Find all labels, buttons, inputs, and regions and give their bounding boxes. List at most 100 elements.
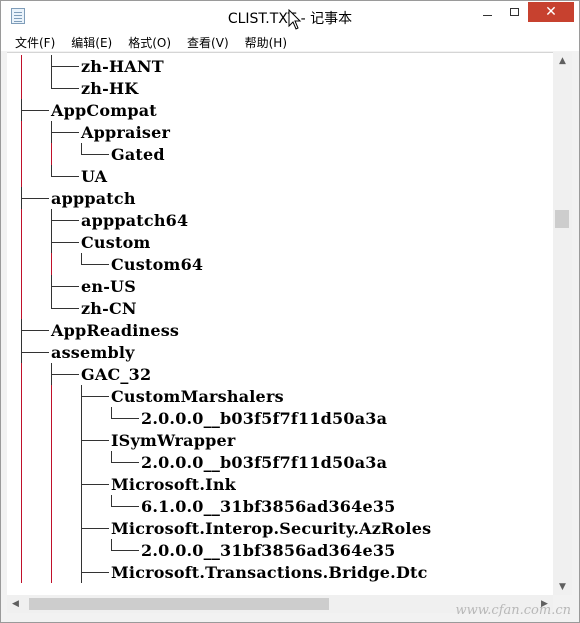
tree-guide — [51, 517, 52, 539]
menu-format[interactable]: 格式(O) — [117, 31, 176, 51]
tree-connector — [111, 550, 139, 551]
minimize-button[interactable] — [474, 2, 500, 22]
tree-line: 2.0.0.0__b03f5f7f11d50a3a — [7, 407, 553, 429]
tree-connector — [21, 198, 49, 199]
tree-guide — [21, 275, 22, 297]
tree-line: UA — [7, 165, 553, 187]
tree-node-label: 2.0.0.0__b03f5f7f11d50a3a — [141, 409, 388, 428]
notepad-window: CLIST.TXT - 记事本 ✕ 文件(F) 编辑(E) 格式(O) 查看(V… — [0, 0, 580, 623]
tree-line: Microsoft.Transactions.Bridge.Dtc — [7, 561, 553, 583]
tree-guide — [21, 451, 22, 473]
tree-guide — [51, 539, 52, 561]
tree-line: Gated — [7, 143, 553, 165]
tree-node-label: apppatch64 — [81, 211, 189, 230]
watermark: www.cfan.com.cn — [455, 603, 571, 618]
tree-connector — [51, 286, 79, 287]
tree-node-label: Appraiser — [81, 123, 171, 142]
tree-node-label: AppCompat — [51, 101, 157, 120]
tree-node-label: zh-CN — [81, 299, 137, 318]
tree-guide — [51, 473, 52, 495]
tree-line: ISymWrapper — [7, 429, 553, 451]
vertical-scrollbar[interactable]: ▲ ▼ — [553, 52, 572, 595]
scroll-up-icon[interactable]: ▲ — [553, 52, 572, 69]
tree-line: zh-HANT — [7, 55, 553, 77]
tree-connector — [111, 462, 139, 463]
tree-line: zh-CN — [7, 297, 553, 319]
tree-node-label: assembly — [51, 343, 135, 362]
scroll-left-icon[interactable]: ◀ — [7, 595, 24, 613]
tree-line: Appraiser — [7, 121, 553, 143]
tree-guide — [21, 385, 22, 407]
tree-node-label: GAC_32 — [81, 365, 152, 384]
tree-guide — [51, 429, 52, 451]
tree-connector — [81, 396, 109, 397]
tree-line: 2.0.0.0__31bf3856ad364e35 — [7, 539, 553, 561]
tree-guide — [21, 473, 22, 495]
scroll-down-icon[interactable]: ▼ — [553, 578, 572, 595]
tree-line: assembly — [7, 341, 553, 363]
tree-guide — [21, 407, 22, 429]
tree-connector — [81, 484, 109, 485]
tree-node-label: Microsoft.Transactions.Bridge.Dtc — [111, 563, 428, 582]
tree-guide — [21, 561, 22, 583]
tree-guide — [21, 363, 22, 385]
horizontal-scroll-thumb[interactable] — [29, 598, 329, 610]
tree-node-label: 2.0.0.0__b03f5f7f11d50a3a — [141, 453, 388, 472]
tree-connector — [51, 66, 79, 67]
tree-connector — [81, 528, 109, 529]
tree-node-label: Microsoft.Interop.Security.AzRoles — [111, 519, 432, 538]
tree-guide — [51, 253, 52, 275]
tree-node-label: AppReadiness — [51, 321, 180, 340]
tree-guide — [21, 231, 22, 253]
tree-node-label: Gated — [111, 145, 165, 164]
tree-guide — [81, 451, 82, 473]
tree-connector — [51, 132, 79, 133]
maximize-icon — [509, 8, 519, 16]
tree-node-label: Custom64 — [111, 255, 204, 274]
vertical-scroll-thumb[interactable] — [555, 210, 569, 228]
tree-node-label: Microsoft.Ink — [111, 475, 236, 494]
text-editor[interactable]: zh-HANT zh-HK AppCompat Appraiser Gated UA app… — [7, 52, 553, 595]
close-button[interactable]: ✕ — [528, 2, 574, 22]
tree-guide — [51, 143, 52, 165]
tree-guide — [81, 495, 82, 517]
title-bar[interactable]: CLIST.TXT - 记事本 ✕ — [1, 1, 579, 31]
menu-file[interactable]: 文件(F) — [1, 31, 60, 51]
tree-line: 6.1.0.0__31bf3856ad364e35 — [7, 495, 553, 517]
tree-guide — [21, 55, 22, 77]
maximize-button[interactable] — [501, 2, 527, 22]
tree-guide — [21, 297, 22, 319]
tree-guide — [51, 407, 52, 429]
tree-guide — [51, 561, 52, 583]
tree-connector — [21, 352, 49, 353]
tree-node-label: ISymWrapper — [111, 431, 236, 450]
tree-guide — [51, 451, 52, 473]
tree-guide — [81, 407, 82, 429]
tree-guide — [21, 77, 22, 99]
tree-guide — [51, 385, 52, 407]
tree-connector — [81, 572, 109, 573]
tree-guide — [21, 121, 22, 143]
tree-line: AppCompat — [7, 99, 553, 121]
tree-connector — [51, 242, 79, 243]
tree-line: AppReadiness — [7, 319, 553, 341]
menu-help[interactable]: 帮助(H) — [234, 31, 292, 51]
tree-node-label: UA — [81, 167, 108, 186]
tree-line: CustomMarshalers — [7, 385, 553, 407]
menu-bar: 文件(F) 编辑(E) 格式(O) 查看(V) 帮助(H) — [1, 31, 579, 51]
menu-view[interactable]: 查看(V) — [176, 31, 234, 51]
close-icon: ✕ — [545, 4, 557, 20]
tree-node-label: CustomMarshalers — [111, 387, 284, 406]
tree-line: apppatch — [7, 187, 553, 209]
menu-edit[interactable]: 编辑(E) — [60, 31, 117, 51]
tree-connector — [51, 176, 79, 177]
tree-guide — [21, 517, 22, 539]
tree-connector — [51, 374, 79, 375]
tree-connector — [21, 110, 49, 111]
tree-guide — [21, 143, 22, 165]
minimize-icon — [482, 14, 492, 16]
tree-line: apppatch64 — [7, 209, 553, 231]
tree-guide — [21, 539, 22, 561]
tree-connector — [51, 88, 79, 89]
tree-connector — [111, 506, 139, 507]
